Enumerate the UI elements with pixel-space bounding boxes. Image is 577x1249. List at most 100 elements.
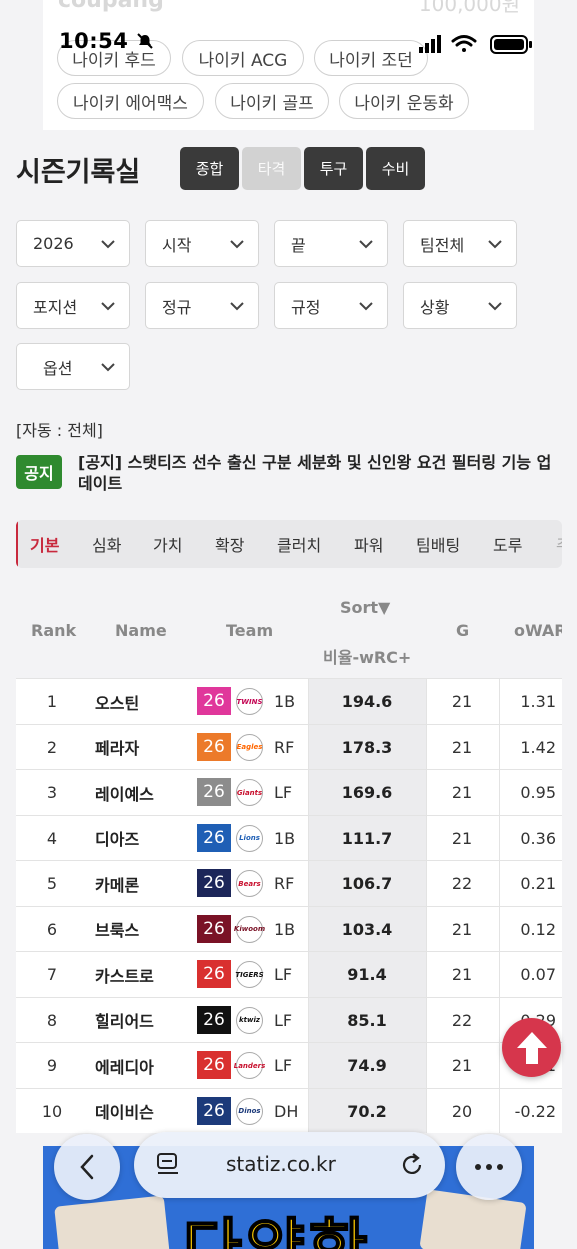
rank-cell: 3 xyxy=(46,783,58,802)
filter-situation[interactable]: 상황 xyxy=(403,282,517,329)
ad-card-graphic xyxy=(419,1189,527,1249)
filter-position[interactable]: 포지션 xyxy=(16,282,130,329)
player-name-link[interactable]: 브룩스 xyxy=(95,907,139,952)
scroll-to-top-button[interactable] xyxy=(502,1018,561,1077)
player-name-link[interactable]: 오스틴 xyxy=(95,679,139,724)
table-row[interactable]: 10 데이비슨 26 Dinos DH 70.2 20 -0.22 xyxy=(16,1087,562,1134)
player-name-link[interactable]: 힐리어드 xyxy=(95,998,154,1043)
cellular-signal-icon xyxy=(419,35,441,53)
rank-cell: 8 xyxy=(46,1010,58,1030)
table-row[interactable]: 2 페라자 26 Eagles RF 178.3 21 1.42 xyxy=(16,723,562,770)
tab-fielding[interactable]: 수비 xyxy=(366,147,425,190)
season-badge: 26 xyxy=(197,960,231,988)
reload-icon[interactable] xyxy=(399,1152,425,1178)
ad-card-graphic xyxy=(54,1195,170,1249)
rank-cell: 2 xyxy=(46,737,58,757)
address-bar[interactable]: statiz.co.kr xyxy=(134,1132,445,1198)
filter-option[interactable]: 옵션 xyxy=(16,343,130,390)
team-logo-icon: TWINS xyxy=(236,688,263,715)
rank-cell: 5 xyxy=(46,874,58,893)
tab-batting[interactable]: 타격 xyxy=(242,147,301,190)
team-logo-icon: Dinos xyxy=(236,1097,263,1125)
owar-cell: 0.07 xyxy=(520,965,556,984)
filter-season-type[interactable]: 정규 xyxy=(145,282,259,329)
filter-start[interactable]: 시작 xyxy=(145,220,259,267)
wrc-plus-cell: 194.6 xyxy=(308,679,426,724)
more-icon xyxy=(475,1164,503,1170)
position-cell: LF xyxy=(274,965,293,984)
header-sort[interactable]: Sort▼ xyxy=(340,598,390,617)
games-cell: 20 xyxy=(451,1101,473,1121)
player-name-link[interactable]: 에레디아 xyxy=(95,1043,154,1088)
tab-advanced[interactable]: 심화 xyxy=(92,520,121,568)
header-wrc-plus[interactable]: 비율-wRC+ xyxy=(323,644,411,668)
tab-baserunning[interactable]: 주 xyxy=(556,520,562,568)
table-row[interactable]: 8힐리어드26ktwizLF85.1220.29 xyxy=(16,996,562,1043)
more-button[interactable] xyxy=(456,1134,522,1200)
owar-cell: 0.21 xyxy=(520,874,556,893)
player-name-link[interactable]: 디아즈 xyxy=(95,816,139,861)
player-name-link[interactable]: 카메론 xyxy=(95,861,139,906)
filter-qualified[interactable]: 규정 xyxy=(274,282,388,329)
table-row[interactable]: 3 레이예스 26 Giants LF 169.6 21 0.95 xyxy=(16,769,562,815)
season-badge: 26 xyxy=(197,778,231,806)
ad-chip[interactable]: 나이키 골프 xyxy=(215,83,329,119)
tab-extended[interactable]: 확장 xyxy=(215,520,244,568)
chevron-down-icon xyxy=(230,240,244,249)
battery-icon xyxy=(490,35,532,54)
tab-value[interactable]: 가치 xyxy=(153,520,182,568)
tab-clutch[interactable]: 클러치 xyxy=(277,520,321,568)
browser-toolbar: statiz.co.kr xyxy=(54,1132,526,1200)
player-name-link[interactable]: 데이비슨 xyxy=(95,1089,154,1134)
games-cell: 21 xyxy=(451,965,473,984)
wrc-plus-cell: 169.6 xyxy=(308,770,426,815)
table-row[interactable]: 5 카메론 26 Bears RF 106.7 22 0.21 xyxy=(16,860,562,906)
wrc-plus-cell: 70.2 xyxy=(308,1088,426,1133)
chevron-left-icon xyxy=(80,1154,94,1180)
ad-chip[interactable]: 나이키 에어맥스 xyxy=(57,83,204,119)
chevron-down-icon xyxy=(101,302,115,311)
notice-link[interactable]: [공지] 스탯티즈 선수 출신 구분 세분화 및 신인왕 요건 필터링 기능 업… xyxy=(78,452,558,494)
wrc-plus-cell: 85.1 xyxy=(308,997,426,1043)
header-name[interactable]: Name xyxy=(115,621,167,640)
player-name-link[interactable]: 레이예스 xyxy=(95,770,154,815)
team-logo-icon: ktwiz xyxy=(236,1006,263,1034)
header-owar[interactable]: oWAR xyxy=(514,621,562,640)
owar-cell: 1.42 xyxy=(520,737,556,757)
ad-chip[interactable]: 나이키 ACG xyxy=(182,40,304,76)
filter-team[interactable]: 팀전체 xyxy=(403,220,517,267)
tab-team-batting[interactable]: 팀배팅 xyxy=(416,520,460,568)
table-row[interactable]: 4 디아즈 26 Lions 1B 111.7 21 0.36 xyxy=(16,814,562,861)
table-row[interactable]: 6 브룩스 26 Kiwoom 1B 103.4 21 0.12 xyxy=(16,905,562,952)
page-menu-icon[interactable] xyxy=(156,1152,180,1178)
games-cell: 21 xyxy=(451,692,473,711)
ad-chip[interactable]: 나이키 조던 xyxy=(314,40,428,76)
status-icons xyxy=(419,35,532,54)
page-title: 시즌기록실 xyxy=(16,157,141,188)
ad-chip[interactable]: 나이키 운동화 xyxy=(339,83,469,119)
table-row[interactable]: 7 카스트로 26 TIGERS LF 91.4 21 0.07 xyxy=(16,951,562,997)
header-rank[interactable]: Rank xyxy=(31,621,76,640)
season-badge: 26 xyxy=(197,1005,231,1034)
back-button[interactable] xyxy=(54,1134,120,1200)
header-games[interactable]: G xyxy=(456,621,469,640)
filter-label: 시작 xyxy=(162,235,192,255)
chevron-down-icon xyxy=(101,240,115,249)
player-name-link[interactable]: 페라자 xyxy=(95,725,139,770)
filter-label: 상황 xyxy=(420,297,450,317)
filter-label: 정규 xyxy=(162,297,192,317)
tab-overall[interactable]: 종합 xyxy=(180,147,239,190)
table-row[interactable]: 1 오스틴 26 TWINS 1B 194.6 21 1.31 xyxy=(16,678,562,724)
rank-cell: 7 xyxy=(46,965,58,984)
table-row[interactable]: 9에레디아26LandersLF74.921-0.01 xyxy=(16,1042,562,1088)
filter-end[interactable]: 끝 xyxy=(274,220,388,267)
top-ad-banner[interactable]: coupang 100,000원 나이키 후드 나이키 ACG 나이키 조던 나… xyxy=(43,0,534,130)
tab-pitching[interactable]: 투구 xyxy=(304,147,363,190)
tab-basic[interactable]: 기본 xyxy=(30,520,59,568)
header-team[interactable]: Team xyxy=(226,621,273,640)
games-cell: 21 xyxy=(451,828,473,848)
tab-power[interactable]: 파워 xyxy=(354,520,383,568)
tab-stolen-base[interactable]: 도루 xyxy=(493,520,522,568)
player-name-link[interactable]: 카스트로 xyxy=(95,952,154,997)
filter-season[interactable]: 2026 xyxy=(16,220,130,267)
